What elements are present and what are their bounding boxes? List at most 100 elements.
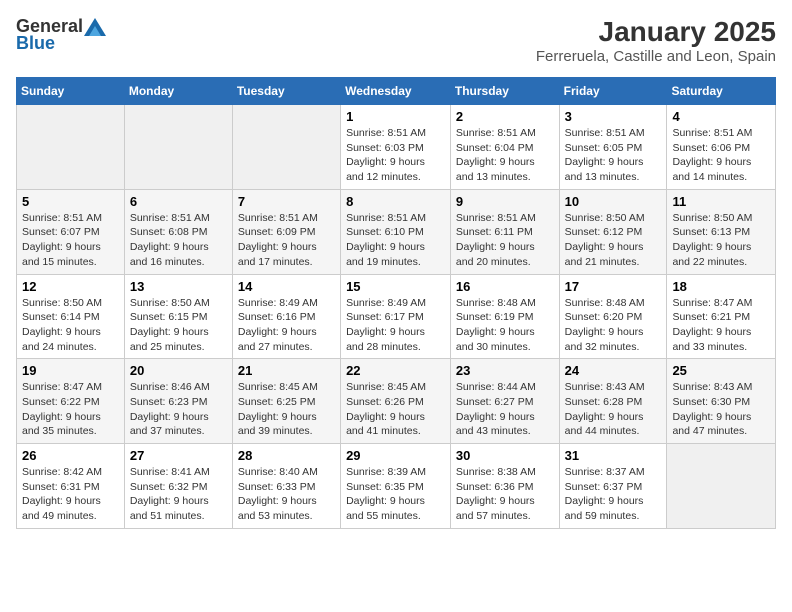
day-info: Sunrise: 8:42 AMSunset: 6:31 PMDaylight:…: [22, 465, 119, 524]
calendar-cell: 1Sunrise: 8:51 AMSunset: 6:03 PMDaylight…: [341, 105, 451, 190]
calendar-cell: 11Sunrise: 8:50 AMSunset: 6:13 PMDayligh…: [667, 189, 776, 274]
daylight-text: Daylight: 9 hours and 19 minutes.: [346, 240, 445, 269]
daylight-text: Daylight: 9 hours and 44 minutes.: [565, 410, 662, 439]
sunset-text: Sunset: 6:31 PM: [22, 480, 119, 495]
day-info: Sunrise: 8:41 AMSunset: 6:32 PMDaylight:…: [130, 465, 227, 524]
day-number: 26: [22, 448, 119, 463]
day-number: 16: [456, 279, 554, 294]
calendar-cell: 6Sunrise: 8:51 AMSunset: 6:08 PMDaylight…: [124, 189, 232, 274]
daylight-text: Daylight: 9 hours and 41 minutes.: [346, 410, 445, 439]
logo-icon: [84, 18, 106, 36]
sunset-text: Sunset: 6:33 PM: [238, 480, 335, 495]
day-info: Sunrise: 8:50 AMSunset: 6:15 PMDaylight:…: [130, 296, 227, 355]
sunset-text: Sunset: 6:28 PM: [565, 395, 662, 410]
daylight-text: Daylight: 9 hours and 51 minutes.: [130, 494, 227, 523]
sunrise-text: Sunrise: 8:50 AM: [22, 296, 119, 311]
daylight-text: Daylight: 9 hours and 12 minutes.: [346, 155, 445, 184]
day-number: 3: [565, 109, 662, 124]
header-sunday: Sunday: [17, 78, 125, 105]
daylight-text: Daylight: 9 hours and 59 minutes.: [565, 494, 662, 523]
calendar-cell: 3 Sunrise: 8:51 AMSunset: 6:05 PMDaylight…: [559, 105, 667, 190]
day-number: 5: [22, 194, 119, 209]
day-info: Sunrise: 8:38 AMSunset: 6:36 PMDaylight:…: [456, 465, 554, 524]
daylight-text: Daylight: 9 hours and 16 minutes.: [130, 240, 227, 269]
calendar-cell: 4Sunrise: 8:51 AMSunset: 6:06 PMDaylight…: [667, 105, 776, 190]
sunrise-text: Sunrise: 8:40 AM: [238, 465, 335, 480]
sunrise-text: Sunrise: 8:51 AM: [130, 211, 227, 226]
day-info: Sunrise: 8:44 AMSunset: 6:27 PMDaylight:…: [456, 380, 554, 439]
day-number: 22: [346, 363, 445, 378]
sunset-text: Sunset: 6:08 PM: [130, 225, 227, 240]
calendar-cell: [17, 105, 125, 190]
day-info: Sunrise: 8:51 AMSunset: 6:05 PMDaylight:…: [565, 126, 662, 185]
sunset-text: Sunset: 6:04 PM: [456, 141, 554, 156]
day-info: Sunrise: 8:48 AMSunset: 6:19 PMDaylight:…: [456, 296, 554, 355]
sunset-text: Sunset: 6:12 PM: [565, 225, 662, 240]
day-info: Sunrise: 8:51 AMSunset: 6:04 PMDaylight:…: [456, 126, 554, 185]
sunrise-text: Sunrise: 8:50 AM: [565, 211, 662, 226]
day-number: 19: [22, 363, 119, 378]
calendar-week-3: 12Sunrise: 8:50 AMSunset: 6:14 PMDayligh…: [17, 274, 776, 359]
header-thursday: Thursday: [450, 78, 559, 105]
day-info: Sunrise: 8:40 AMSunset: 6:33 PMDaylight:…: [238, 465, 335, 524]
day-info: Sunrise: 8:51 AMSunset: 6:08 PMDaylight:…: [130, 211, 227, 270]
calendar-cell: 31Sunrise: 8:37 AMSunset: 6:37 PMDayligh…: [559, 444, 667, 529]
sunrise-text: Sunrise: 8:43 AM: [672, 380, 770, 395]
day-number: 24: [565, 363, 662, 378]
sunrise-text: Sunrise: 8:51 AM: [565, 126, 662, 141]
sunrise-text: Sunrise: 8:50 AM: [672, 211, 770, 226]
sunset-text: Sunset: 6:05 PM: [565, 141, 662, 156]
day-number: 10: [565, 194, 662, 209]
day-number: 4: [672, 109, 770, 124]
daylight-text: Daylight: 9 hours and 13 minutes.: [456, 155, 554, 184]
logo: General Blue: [16, 16, 107, 54]
calendar-cell: 12Sunrise: 8:50 AMSunset: 6:14 PMDayligh…: [17, 274, 125, 359]
sunset-text: Sunset: 6:26 PM: [346, 395, 445, 410]
day-info: Sunrise: 8:49 AMSunset: 6:16 PMDaylight:…: [238, 296, 335, 355]
sunset-text: Sunset: 6:32 PM: [130, 480, 227, 495]
day-info: Sunrise: 8:47 AMSunset: 6:22 PMDaylight:…: [22, 380, 119, 439]
sunset-text: Sunset: 6:25 PM: [238, 395, 335, 410]
daylight-text: Daylight: 9 hours and 20 minutes.: [456, 240, 554, 269]
calendar-cell: 7Sunrise: 8:51 AMSunset: 6:09 PMDaylight…: [232, 189, 340, 274]
sunrise-text: Sunrise: 8:51 AM: [456, 126, 554, 141]
daylight-text: Daylight: 9 hours and 47 minutes.: [672, 410, 770, 439]
day-info: Sunrise: 8:39 AMSunset: 6:35 PMDaylight:…: [346, 465, 445, 524]
sunset-text: Sunset: 6:30 PM: [672, 395, 770, 410]
calendar-cell: 27Sunrise: 8:41 AMSunset: 6:32 PMDayligh…: [124, 444, 232, 529]
day-number: 12: [22, 279, 119, 294]
day-number: 30: [456, 448, 554, 463]
sunset-text: Sunset: 6:19 PM: [456, 310, 554, 325]
calendar-cell: 26 Sunrise: 8:42 AMSunset: 6:31 PMDayligh…: [17, 444, 125, 529]
page-subtitle: Ferreruela, Castille and Leon, Spain: [536, 48, 776, 65]
calendar-cell: 23 Sunrise: 8:44 AMSunset: 6:27 PMDayligh…: [450, 359, 559, 444]
day-number: 18: [672, 279, 770, 294]
daylight-text: Daylight: 9 hours and 32 minutes.: [565, 325, 662, 354]
sunrise-text: Sunrise: 8:44 AM: [456, 380, 554, 395]
day-info: Sunrise: 8:49 AMSunset: 6:17 PMDaylight:…: [346, 296, 445, 355]
header-wednesday: Wednesday: [341, 78, 451, 105]
sunset-text: Sunset: 6:09 PM: [238, 225, 335, 240]
day-info: Sunrise: 8:45 AMSunset: 6:25 PMDaylight:…: [238, 380, 335, 439]
calendar-week-5: 26 Sunrise: 8:42 AMSunset: 6:31 PMDayligh…: [17, 444, 776, 529]
sunset-text: Sunset: 6:10 PM: [346, 225, 445, 240]
day-info: Sunrise: 8:43 AMSunset: 6:30 PMDaylight:…: [672, 380, 770, 439]
header-friday: Friday: [559, 78, 667, 105]
sunset-text: Sunset: 6:20 PM: [565, 310, 662, 325]
sunset-text: Sunset: 6:06 PM: [672, 141, 770, 156]
day-info: Sunrise: 8:43 AMSunset: 6:28 PMDaylight:…: [565, 380, 662, 439]
sunrise-text: Sunrise: 8:51 AM: [456, 211, 554, 226]
header-tuesday: Tuesday: [232, 78, 340, 105]
day-info: Sunrise: 8:48 AMSunset: 6:20 PMDaylight:…: [565, 296, 662, 355]
daylight-text: Daylight: 9 hours and 21 minutes.: [565, 240, 662, 269]
sunset-text: Sunset: 6:11 PM: [456, 225, 554, 240]
calendar-cell: 8Sunrise: 8:51 AMSunset: 6:10 PMDaylight…: [341, 189, 451, 274]
daylight-text: Daylight: 9 hours and 14 minutes.: [672, 155, 770, 184]
day-number: 17: [565, 279, 662, 294]
daylight-text: Daylight: 9 hours and 55 minutes.: [346, 494, 445, 523]
day-number: 7: [238, 194, 335, 209]
sunrise-text: Sunrise: 8:45 AM: [238, 380, 335, 395]
daylight-text: Daylight: 9 hours and 33 minutes.: [672, 325, 770, 354]
calendar-cell: 16 Sunrise: 8:48 AMSunset: 6:19 PMDayligh…: [450, 274, 559, 359]
day-number: 23: [456, 363, 554, 378]
